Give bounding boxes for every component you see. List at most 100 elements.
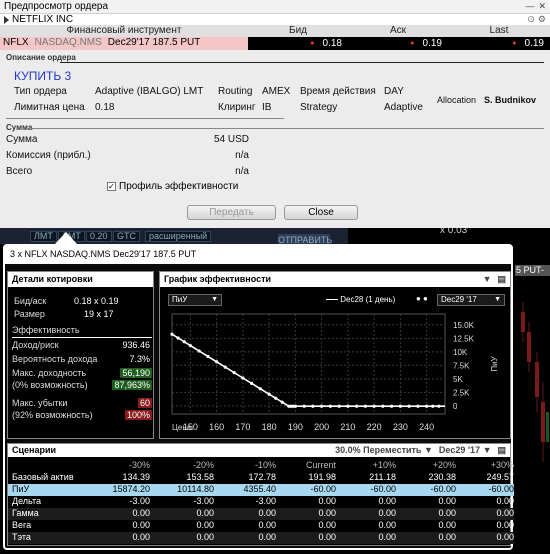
- limit-price-chip[interactable]: 0.20: [86, 231, 112, 242]
- date-select[interactable]: Dec29 '17 ▼: [437, 294, 505, 306]
- series-point: [372, 404, 376, 408]
- total-row: Всего n/a: [6, 166, 276, 177]
- expand-arrow-icon[interactable]: [4, 15, 9, 24]
- col-ask: Аск: [389, 25, 407, 36]
- scenario-row[interactable]: Базовый актив 134.39 153.58 172.78 191.98 211…: [8, 472, 514, 484]
- window-title: Предпросмотр ордера: [4, 1, 109, 12]
- series-point: [363, 404, 367, 408]
- order-action: КУПИТЬ 3: [14, 69, 72, 83]
- scenario-row[interactable]: Дельта -3.00 -3.00 -3.00 0.00 0.00 0.00 0.00: [8, 496, 514, 508]
- series-point: [267, 392, 271, 396]
- series-point: [302, 404, 306, 408]
- last-cell[interactable]: ● 0.19: [448, 37, 550, 50]
- move-select[interactable]: 30.0% Переместить ▼: [335, 445, 433, 456]
- scenario-row[interactable]: Тэта 0.00 0.00 0.00 0.00 0.00 0.00 0.00: [8, 532, 514, 544]
- series-point: [293, 404, 297, 408]
- scenario-cell: 0.00: [438, 508, 456, 518]
- bid-cell[interactable]: ● 0.18: [248, 37, 348, 50]
- scenario-row-label: Вега: [12, 520, 32, 530]
- legend-line-entry: Dec28 (1 день): [326, 295, 395, 304]
- close-icon[interactable]: ✕: [538, 1, 546, 12]
- window-titlebar: Предпросмотр ордера — ✕: [0, 0, 550, 13]
- x-tick-label: 240: [419, 422, 434, 432]
- series-point: [215, 360, 219, 364]
- chevron-down-icon[interactable]: ▼: [483, 274, 492, 285]
- commission-label: Комиссия (прибл.): [6, 150, 91, 161]
- window-icon[interactable]: ▤: [497, 274, 506, 285]
- scenario-cell: -3.00: [255, 496, 276, 506]
- checkbox-check-icon[interactable]: ✓: [107, 182, 116, 191]
- series-point: [437, 404, 441, 408]
- transmit-button[interactable]: Передать: [187, 205, 276, 220]
- allocation-label: Allocation: [437, 95, 477, 105]
- x-tick-label: 170: [235, 422, 250, 432]
- scenario-row[interactable]: ПиУ 15874.20 10114.80 4355.40 -60.00 -60.00 -6…: [8, 484, 514, 496]
- commission-value: n/a: [235, 150, 249, 161]
- scenario-date-value: Dec29 '17: [438, 445, 481, 455]
- maxloss-pct-label: (92% возможность): [12, 410, 93, 420]
- order-type-chip[interactable]: ЛМТ: [30, 231, 57, 242]
- limit-price-label: Лимитная цена: [14, 102, 85, 113]
- minimize-icon[interactable]: —: [525, 1, 534, 12]
- total-label: Всего: [6, 166, 33, 177]
- scenario-row[interactable]: Гамма 0.00 0.00 0.00 0.00 0.00 0.00 0.00: [8, 508, 514, 520]
- col-instrument: Финансовый инструмент: [66, 25, 182, 36]
- series-point: [188, 343, 192, 348]
- symbol-bar: NETFLIX INC ⊙ ⚙: [0, 13, 550, 25]
- ask-cell[interactable]: ● 0.19: [348, 37, 448, 50]
- y-tick-label: 10K: [453, 348, 468, 357]
- size-label: Размер: [14, 309, 45, 319]
- instrument-cell[interactable]: NFLX NASDAQ.NMS Dec29'17 187.5 PUT: [0, 37, 248, 50]
- tif-chip[interactable]: GTC: [113, 231, 140, 242]
- series-point: [381, 404, 385, 408]
- prob-row: Вероятность дохода 7.3%: [12, 354, 152, 366]
- metric-select-value: ПиУ: [172, 295, 188, 304]
- scenario-cell: 0.00: [132, 532, 150, 542]
- scenario-cell: 0.00: [318, 496, 336, 506]
- maxloss-pct-value: 100%: [124, 410, 152, 420]
- scenario-date-select[interactable]: Dec29 '17 ▼: [439, 445, 492, 456]
- series-point: [416, 404, 420, 408]
- popup-pointer: [55, 232, 77, 244]
- series-point: [197, 349, 201, 353]
- series-point: [337, 404, 341, 408]
- settings-icon[interactable]: ⚙: [538, 14, 546, 25]
- scenario-cell: -60.00: [488, 484, 514, 494]
- efficiency-label: Эффективность: [12, 325, 80, 335]
- plot-area: [171, 313, 446, 415]
- scenario-cell: -60.00: [310, 484, 336, 494]
- date-select-value: Dec29 '17: [441, 295, 477, 304]
- close-button[interactable]: Close: [284, 205, 358, 220]
- series-point: [355, 404, 359, 408]
- scenario-col-header: +20%: [432, 460, 456, 470]
- scenario-cell: -3.00: [193, 496, 214, 506]
- performance-chart[interactable]: 02.5K5K7.5K10K12.5K15.0KПиУЦена:150 160 17…: [160, 310, 510, 438]
- maxloss-label: Макс. убытки: [12, 398, 68, 408]
- quote-details-panel: Детали котировки Бид/аск 0.18 x 0.19 Раз…: [7, 271, 154, 439]
- x-tick-label: 210: [340, 422, 355, 432]
- routing-value: AMEX: [262, 86, 291, 97]
- scenario-cell: 0.00: [378, 532, 396, 542]
- profile-checkbox[interactable]: ✓ Профиль эффективности: [107, 181, 238, 192]
- metric-select[interactable]: ПиУ ▼: [168, 294, 222, 306]
- scenario-cell: 15874.20: [112, 484, 150, 494]
- section-divider-3: [30, 128, 544, 129]
- scenario-cell: 0.00: [438, 532, 456, 542]
- scenario-cell: 0.00: [132, 508, 150, 518]
- window-icon[interactable]: ▤: [497, 445, 506, 456]
- allocation-value: S. Budnikov: [484, 95, 537, 105]
- instrument-market: NASDAQ.NMS: [34, 37, 102, 48]
- quote-row[interactable]: NFLX NASDAQ.NMS Dec29'17 187.5 PUT ● 0.1…: [0, 37, 550, 50]
- scenario-row-label: Дельта: [12, 496, 42, 506]
- scenario-col-header: -10%: [254, 460, 276, 470]
- maxprofit-pct-label: (0% возможность): [12, 380, 88, 390]
- legend-line-label: Dec28 (1 день): [340, 295, 396, 304]
- x-tick-label: 220: [367, 422, 382, 432]
- extended-chip[interactable]: расширенный: [145, 231, 212, 242]
- scenario-col-header: +10%: [372, 460, 396, 470]
- section-divider: [60, 62, 544, 63]
- series-point: [182, 340, 186, 344]
- link-icon[interactable]: ⊙: [527, 14, 535, 25]
- routing-label: Routing: [218, 86, 253, 97]
- scenario-row[interactable]: Вега 0.00 0.00 0.00 0.00 0.00 0.00 0.00: [8, 520, 514, 532]
